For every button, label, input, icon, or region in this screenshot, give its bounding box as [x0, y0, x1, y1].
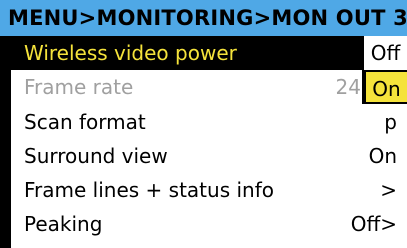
monitor-menu-screen: MENU>MONITORING>MON OUT 3 Wireless video…	[0, 0, 407, 248]
dropdown-option-off[interactable]: Off	[364, 36, 407, 70]
value-dropdown: Off On	[362, 36, 407, 104]
menu-item-value: Off>	[350, 212, 397, 237]
menu-scrollbar[interactable]	[0, 36, 11, 248]
menu-item-label: Scan format	[24, 109, 146, 134]
menu-item-label: Frame rate	[24, 75, 134, 100]
menu-item-peaking[interactable]: Peaking Off>	[11, 207, 407, 241]
menu-item-frame-lines-status-info[interactable]: Frame lines + status info >	[11, 173, 407, 207]
menu-item-wireless-video-power[interactable]: Wireless video power	[11, 36, 407, 71]
menu-item-frame-rate: Frame rate 24	[11, 70, 407, 104]
menu-item-label: Surround view	[24, 143, 168, 168]
menu-item-scan-format[interactable]: Scan format p	[11, 105, 407, 139]
menu-item-surround-view[interactable]: Surround view On	[11, 139, 407, 173]
menu-item-label: Peaking	[24, 212, 103, 237]
dropdown-option-on[interactable]: On	[364, 70, 407, 104]
menu-item-value: 24	[335, 75, 361, 100]
menu-breadcrumb: MENU>MONITORING>MON OUT 3	[0, 0, 407, 36]
menu-list: Wireless video power Frame rate 24 Scan …	[11, 36, 407, 242]
submenu-arrow: >	[380, 178, 397, 203]
menu-item-label: Wireless video power	[24, 41, 237, 65]
menu-item-value: p	[384, 109, 397, 134]
menu-item-value: On	[368, 143, 397, 168]
menu-item-label: Frame lines + status info	[24, 178, 274, 203]
